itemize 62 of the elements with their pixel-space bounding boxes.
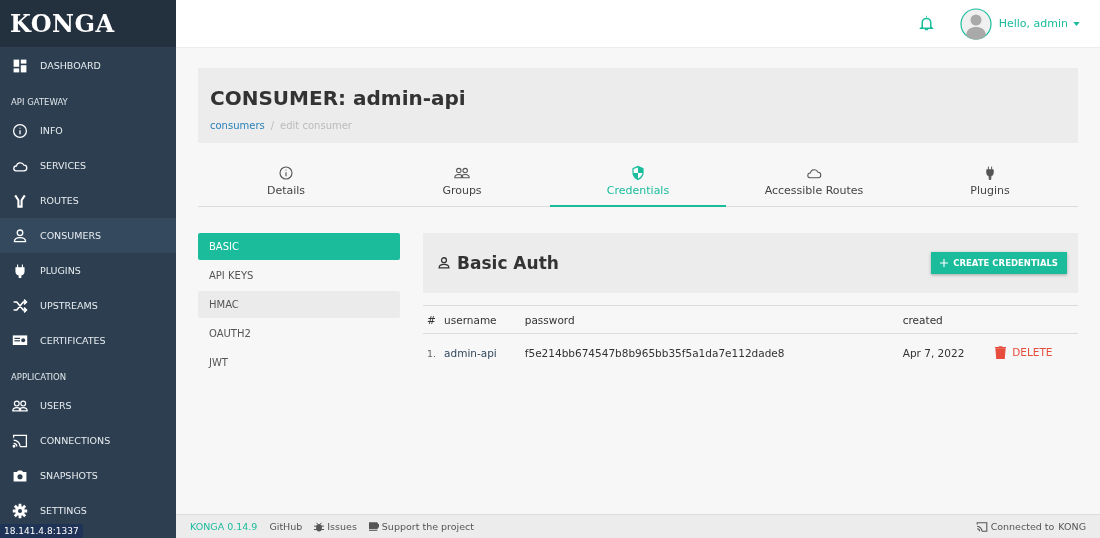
info-icon: [278, 165, 294, 181]
sidebar-item[interactable]: USERS: [0, 388, 176, 423]
username-link[interactable]: admin-api: [444, 347, 497, 359]
column-header: username: [440, 305, 521, 334]
delete-button[interactable]: DELETE: [995, 345, 1053, 359]
table-cell: Apr 7, 2022: [898, 333, 992, 372]
connection-status: Connected to: [990, 521, 1055, 532]
tab[interactable]: Plugins: [902, 163, 1078, 207]
credential-type-item[interactable]: JWT: [198, 349, 400, 376]
credential-type-item[interactable]: API KEYS: [198, 262, 400, 289]
camera-icon: [12, 467, 28, 484]
sidebar-item[interactable]: SERVICES: [0, 148, 176, 183]
sidebar-item[interactable]: UPSTREAMS: [0, 288, 176, 323]
page-title: CONSUMER: admin-api: [210, 85, 467, 110]
shield-icon: [630, 165, 646, 181]
status-url: 18.141.4.8:1337: [0, 524, 83, 538]
bug-icon: [314, 521, 325, 532]
connection-target: KONG: [1058, 521, 1086, 532]
section-heading: API GATEWAY: [10, 96, 69, 109]
trash-icon: [995, 345, 1007, 359]
column-header: password: [520, 305, 899, 334]
column-header: created: [898, 305, 992, 334]
bell-icon[interactable]: [917, 15, 935, 32]
footer-link[interactable]: GitHub: [269, 521, 303, 532]
fork-icon: [12, 192, 28, 209]
section-heading: APPLICATION: [10, 371, 68, 384]
logo: KONGA: [0, 0, 176, 47]
shuffle-icon: [12, 297, 28, 314]
caret-icon[interactable]: [1073, 21, 1080, 26]
avatar-icon[interactable]: [959, 7, 992, 40]
tab[interactable]: Details: [198, 163, 374, 207]
footer-link[interactable]: Support the project: [368, 521, 474, 532]
user-icon: [12, 227, 28, 244]
credential-type-item[interactable]: OAUTH2: [198, 320, 400, 347]
sidebar-item[interactable]: CERTIFICATES: [0, 323, 176, 358]
sidebar-item[interactable]: PLUGINS: [0, 253, 176, 288]
sidebar-item[interactable]: INFO: [0, 113, 176, 148]
table-cell: f5e214bb674547b8b965bb35f5a1da7e112dade8: [520, 333, 899, 372]
sidebar-item[interactable]: CONSUMERS: [0, 218, 176, 253]
info-icon: [12, 122, 28, 139]
cast-icon: [12, 432, 28, 449]
sidebar-item[interactable]: ROUTES: [0, 183, 176, 218]
breadcrumb-link[interactable]: consumers: [210, 120, 265, 131]
panel-title: Basic Auth: [457, 253, 560, 273]
plug-icon: [12, 262, 28, 279]
tab[interactable]: Groups: [374, 163, 550, 207]
table-cell: 1.: [423, 333, 441, 372]
column-header: #: [423, 305, 441, 334]
sidebar-item[interactable]: CONNECTIONS: [0, 423, 176, 458]
sidebar-item[interactable]: SNAPSHOTS: [0, 458, 176, 493]
user-icon: [437, 256, 451, 270]
cup-icon: [368, 521, 379, 532]
plus-icon: [940, 259, 949, 267]
dashboard-icon: [12, 57, 28, 74]
users-icon: [454, 165, 470, 181]
gear-icon: [12, 502, 28, 519]
cast-icon: [975, 520, 988, 533]
credential-type-item[interactable]: HMAC: [198, 291, 400, 318]
breadcrumb-separator: /: [270, 120, 275, 131]
footer-link[interactable]: Issues: [314, 521, 357, 532]
sidebar-item[interactable]: DASHBOARD: [0, 48, 176, 83]
tab[interactable]: Accessible Routes: [726, 163, 902, 207]
